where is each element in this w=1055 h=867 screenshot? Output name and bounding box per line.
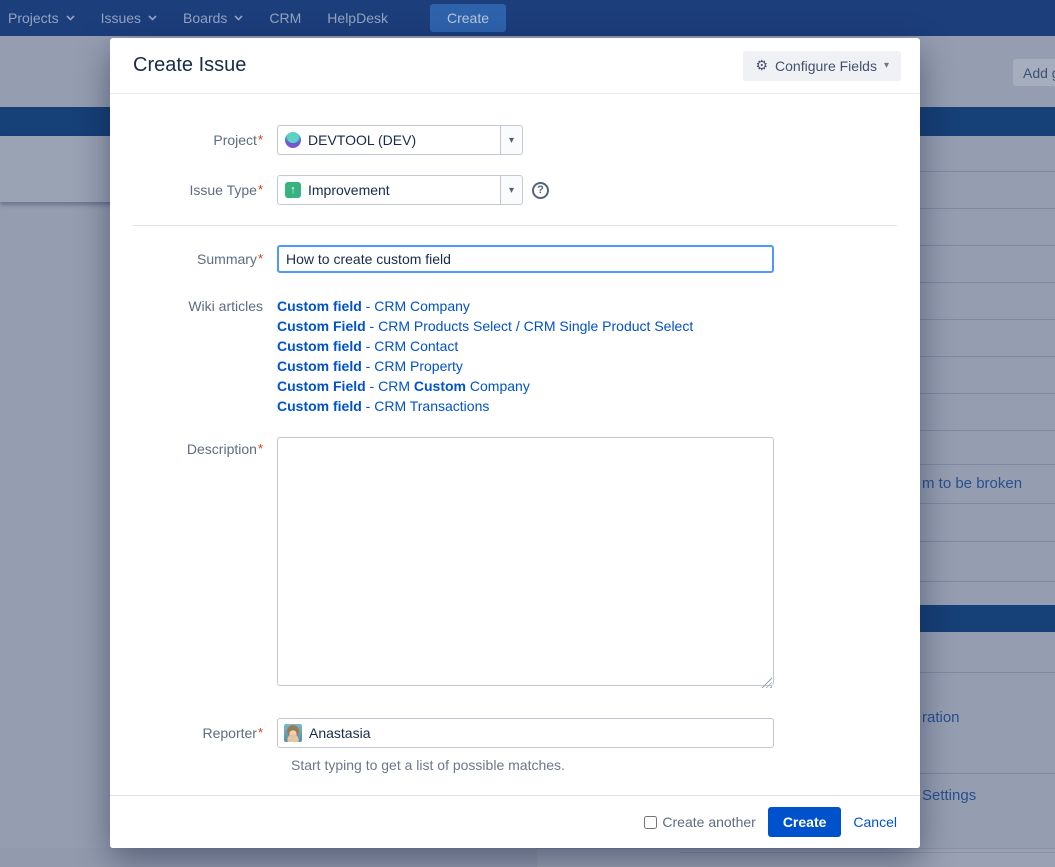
issue-type-label: Issue Type* <box>133 175 263 205</box>
improvement-type-icon: ↑ <box>285 182 301 198</box>
issue-type-select-dropdown-button[interactable]: ▾ <box>500 176 522 204</box>
wiki-article-link[interactable]: Custom field - CRM Company <box>277 296 693 316</box>
background-bottom-right <box>537 848 1055 867</box>
nav-item-label: Projects <box>8 10 59 26</box>
chevron-down-icon: ▾ <box>509 185 514 196</box>
nav-item-helpdesk[interactable]: HelpDesk <box>327 10 388 26</box>
nav-create-button[interactable]: Create <box>430 4 506 32</box>
nav-item-label: CRM <box>269 10 301 26</box>
nav-item-crm[interactable]: CRM <box>269 10 301 26</box>
project-select-dropdown-button[interactable]: ▾ <box>500 126 522 154</box>
dialog-title: Create Issue <box>133 54 246 77</box>
chevron-down-icon <box>148 15 157 21</box>
nav-item-projects[interactable]: Projects <box>8 10 75 26</box>
issue-type-select[interactable]: ↑ Improvement ▾ <box>277 175 523 205</box>
project-avatar-icon <box>285 132 301 148</box>
reporter-help-text: Start typing to get a list of possible m… <box>277 757 897 773</box>
chevron-down-icon: ▾ <box>884 60 889 71</box>
summary-label: Summary* <box>133 245 263 273</box>
wiki-article-link[interactable]: Custom field - CRM Property <box>277 356 693 376</box>
background-bottom-left <box>0 848 537 867</box>
dialog-header: Create Issue ⚙ Configure Fields ▾ <box>110 38 920 94</box>
chevron-down-icon <box>66 15 75 21</box>
page: Projects Issues Boards CRM HelpDesk Create S… <box>0 0 1055 867</box>
nav-item-label: Boards <box>183 10 227 26</box>
top-navbar: Projects Issues Boards CRM HelpDesk Create <box>0 0 1055 36</box>
project-label: Project* <box>133 125 263 155</box>
summary-input[interactable] <box>277 245 774 273</box>
configure-fields-label: Configure Fields <box>775 58 877 74</box>
chevron-down-icon: ▾ <box>509 135 514 146</box>
description-label: Description* <box>133 437 263 691</box>
gear-icon: ⚙ <box>755 57 768 74</box>
issue-type-select-value: Improvement <box>308 182 500 198</box>
add-gadget-button[interactable]: Add g <box>1013 59 1055 86</box>
nav-item-label: HelpDesk <box>327 10 388 26</box>
create-button[interactable]: Create <box>768 807 842 837</box>
cancel-link[interactable]: Cancel <box>853 814 897 830</box>
reporter-label: Reporter* <box>133 718 263 748</box>
wiki-article-link[interactable]: Custom field - CRM Transactions <box>277 396 693 416</box>
project-select[interactable]: DEVTOOL (DEV) ▾ <box>277 125 523 155</box>
nav-item-issues[interactable]: Issues <box>101 10 157 26</box>
dialog-footer: Create another Create Cancel <box>110 795 920 848</box>
wiki-articles-list: Custom field - CRM CompanyCustom Field -… <box>277 296 693 416</box>
nav-item-boards[interactable]: Boards <box>183 10 243 26</box>
section-divider <box>133 225 897 226</box>
nav-item-label: Issues <box>101 10 141 26</box>
background-issue-link[interactable]: m to be broken <box>922 475 1022 492</box>
background-bottom-rule <box>680 852 1055 853</box>
create-another-checkbox[interactable] <box>644 816 657 829</box>
issue-type-help-icon[interactable]: ? <box>532 182 549 199</box>
dialog-body: Project* DEVTOOL (DEV) ▾ Issue Type* <box>110 94 920 773</box>
reporter-input[interactable]: Anastasia <box>277 718 774 748</box>
wiki-articles-label: Wiki articles* <box>133 296 263 416</box>
wiki-article-link[interactable]: Custom Field - CRM Custom Company <box>277 376 693 396</box>
chevron-down-icon <box>234 15 243 21</box>
reporter-value: Anastasia <box>309 725 370 741</box>
wiki-article-link[interactable]: Custom Field - CRM Products Select / CRM… <box>277 316 693 336</box>
create-another-option[interactable]: Create another <box>644 814 755 830</box>
reporter-avatar <box>284 724 302 742</box>
background-ration-link[interactable]: ration <box>922 709 960 726</box>
wiki-article-link[interactable]: Custom field - CRM Contact <box>277 336 693 356</box>
description-textarea[interactable] <box>277 437 774 686</box>
configure-fields-button[interactable]: ⚙ Configure Fields ▾ <box>743 51 901 81</box>
project-select-value: DEVTOOL (DEV) <box>308 132 500 148</box>
background-settings-link[interactable]: Settings <box>922 787 976 804</box>
create-issue-dialog: Create Issue ⚙ Configure Fields ▾ Projec… <box>110 38 920 848</box>
create-another-label: Create another <box>662 814 755 830</box>
